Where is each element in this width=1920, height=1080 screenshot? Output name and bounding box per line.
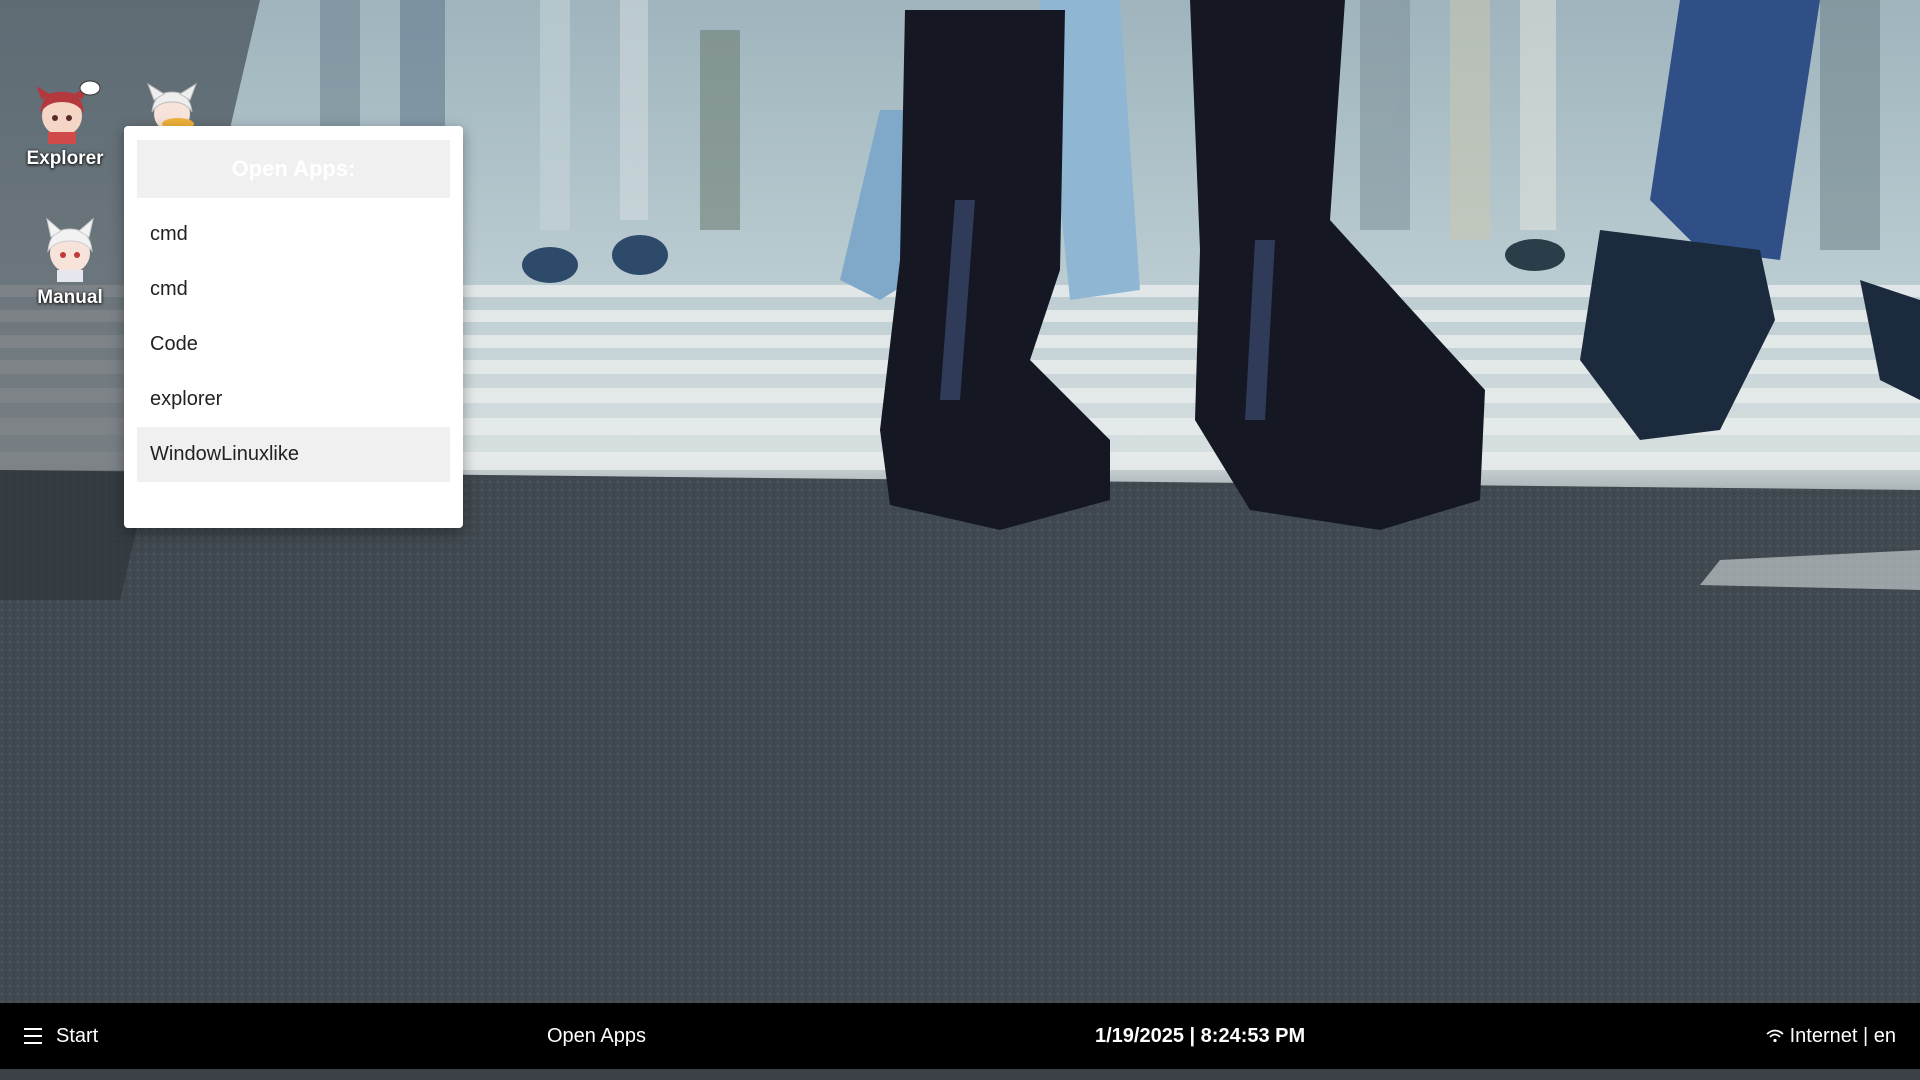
- bottom-edge: [0, 1069, 1920, 1080]
- open-apps-list: cmd cmd Code explorer WindowLinuxlike: [137, 207, 450, 482]
- desktop: Explorer Manual Open Apps: cmd cmd Code …: [0, 0, 1920, 1080]
- wifi-icon: [1766, 1029, 1784, 1043]
- desktop-icon-third[interactable]: [122, 78, 222, 132]
- open-apps-popup: Open Apps: cmd cmd Code explorer WindowL…: [124, 126, 463, 528]
- taskbar: Start Open Apps 1/19/2025 | 8:24:53 PM I…: [0, 1003, 1920, 1069]
- open-app-item-cmd-1[interactable]: cmd: [137, 207, 450, 262]
- open-app-item-cmd-2[interactable]: cmd: [137, 262, 450, 317]
- desktop-icon-explorer[interactable]: Explorer: [15, 78, 115, 170]
- open-app-item-explorer[interactable]: explorer: [137, 372, 450, 427]
- open-apps-button[interactable]: Open Apps: [547, 1003, 646, 1069]
- open-app-item-code[interactable]: Code: [137, 317, 450, 372]
- manual-mascot-icon: [46, 217, 94, 282]
- hamburger-menu-icon: [24, 1028, 42, 1044]
- desktop-icon-label: Manual: [37, 287, 103, 308]
- desktop-icon-label: Explorer: [26, 148, 104, 169]
- taskbar-clock: 1/19/2025 | 8:24:53 PM: [1095, 1025, 1306, 1047]
- network-status[interactable]: Internet | en: [1766, 1003, 1896, 1069]
- explorer-mascot-icon: [36, 80, 101, 144]
- open-apps-popup-title: Open Apps:: [137, 140, 450, 198]
- start-label: Start: [56, 1025, 99, 1047]
- third-mascot-icon: [147, 82, 197, 128]
- network-label: Internet | en: [1789, 1024, 1896, 1047]
- desktop-icon-manual[interactable]: Manual: [20, 215, 120, 309]
- open-app-item-windowlinuxlike[interactable]: WindowLinuxlike: [137, 427, 450, 482]
- start-button[interactable]: Start: [24, 1003, 98, 1069]
